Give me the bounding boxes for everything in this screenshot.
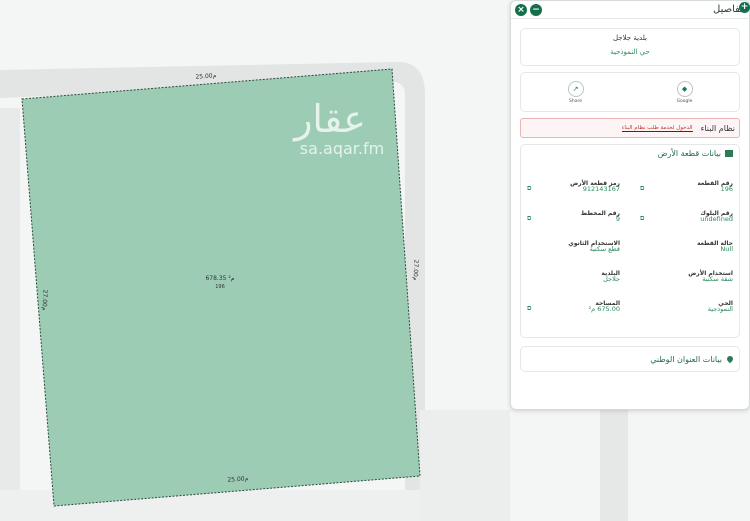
edge-top-label: 25.00م bbox=[195, 72, 217, 80]
map-icon: ◆ bbox=[676, 80, 693, 97]
building-system-label: نظام البناء bbox=[700, 123, 735, 133]
field-value: قطع سكنية bbox=[589, 245, 620, 253]
land-data-card: بيانات قطعة الأرض رقم القطعة رمز قطعة ال… bbox=[520, 144, 740, 338]
field-value: 675.00 م² bbox=[588, 305, 620, 313]
close-icon[interactable]: × bbox=[515, 3, 527, 16]
edge-right-label: 27.00م bbox=[411, 259, 419, 281]
links-card: ◆ Google ↗ Share bbox=[520, 72, 740, 112]
location-pin-icon bbox=[725, 354, 735, 364]
field-value: شقة سكنية bbox=[702, 275, 733, 283]
edge-bottom-label: 25.00م bbox=[227, 475, 249, 483]
google-link[interactable]: ◆ Google bbox=[676, 80, 693, 104]
watermark-arabic: عقار bbox=[292, 97, 366, 141]
field-value: 912143167 bbox=[582, 185, 620, 193]
field-value: 196 bbox=[720, 185, 733, 193]
field-value: النموذجية bbox=[707, 305, 733, 313]
copy-icon[interactable]: ⧉ bbox=[527, 185, 531, 193]
panel-header: تفاصيل × − bbox=[511, 1, 749, 19]
expand-icon[interactable]: + bbox=[739, 2, 750, 13]
copy-icon[interactable]: ⧉ bbox=[527, 305, 531, 313]
watermark-url: sa.aqar.fm bbox=[300, 139, 384, 158]
field-value: 9 bbox=[615, 215, 620, 223]
municipality-card: بلدية جلاجل حي النموذجية bbox=[520, 28, 740, 66]
land-section-title[interactable]: بيانات قطعة الأرض bbox=[527, 149, 733, 158]
national-address-card[interactable]: بيانات العنوان الوطني bbox=[520, 346, 740, 372]
copy-icon[interactable]: ⧉ bbox=[640, 185, 644, 193]
land-section-title-text: بيانات قطعة الأرض bbox=[657, 149, 721, 158]
share-link-label: Share bbox=[569, 98, 582, 104]
share-link[interactable]: ↗ Share bbox=[567, 80, 584, 104]
share-icon: ↗ bbox=[567, 80, 584, 97]
field-value: undefined bbox=[700, 215, 733, 223]
address-section-title: بيانات العنوان الوطني bbox=[650, 354, 722, 364]
building-system-link[interactable]: الدخول لخدمة طلب نظام البناء bbox=[621, 125, 693, 132]
collapse-icon[interactable]: − bbox=[530, 3, 542, 16]
field-value: جلاجل bbox=[603, 275, 620, 283]
details-panel: تفاصيل × − بلدية جلاجل حي النموذجية ◆ Go… bbox=[510, 0, 750, 410]
parcel-number-label: 196 bbox=[215, 284, 225, 290]
map-grid-icon bbox=[725, 150, 733, 157]
building-system-row: نظام البناء الدخول لخدمة طلب نظام البناء bbox=[520, 118, 740, 138]
edge-left-label: 27.00م bbox=[40, 289, 48, 311]
parcel-area-label: 678.35 م² bbox=[205, 275, 234, 282]
municipality-name: بلدية جلاجل bbox=[613, 34, 647, 42]
copy-icon[interactable]: ⧉ bbox=[527, 215, 531, 223]
copy-icon[interactable]: ⧉ bbox=[640, 215, 644, 223]
google-link-label: Google bbox=[676, 98, 693, 104]
district-name: حي النموذجية bbox=[610, 48, 650, 56]
field-value: Null bbox=[720, 245, 733, 253]
